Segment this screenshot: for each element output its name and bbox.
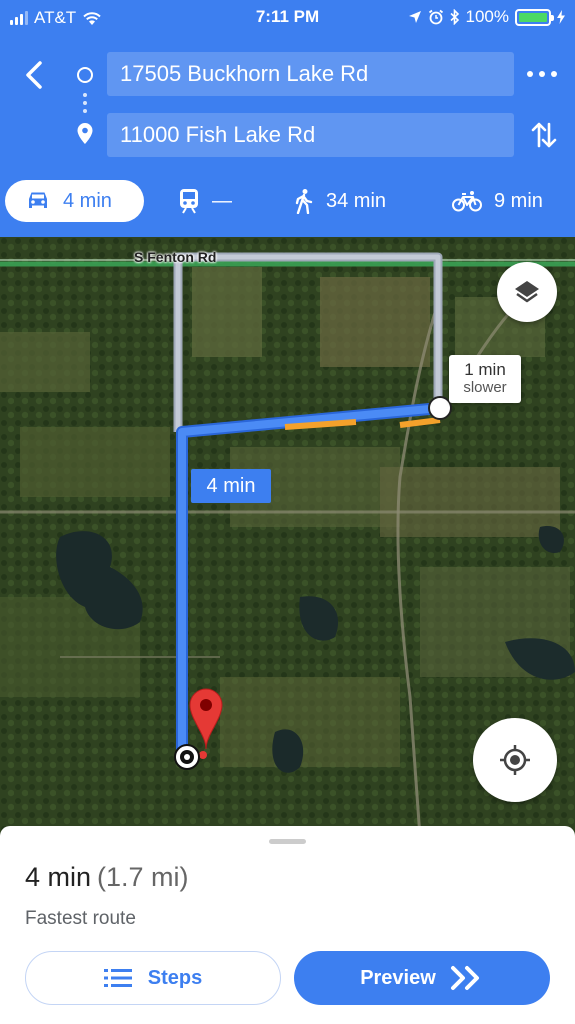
walking-icon [295,189,313,214]
preview-button[interactable]: Preview [294,951,550,1005]
alt-route-note: slower [463,379,507,396]
back-arrow-icon [26,61,42,89]
layers-button[interactable] [497,262,557,322]
car-icon [29,192,47,208]
drag-handle[interactable] [269,839,306,844]
route-endpoints-indicator [72,60,100,160]
back-button[interactable] [18,55,54,95]
alarm-icon [428,9,443,25]
train-icon [180,189,198,214]
drive-time: 4 min [63,189,112,212]
route-summary: 4 min (1.7 mi) [25,862,189,893]
travel-mode-tabs: 4 min — 34 min 9 min [0,178,575,228]
route-distance: (1.7 mi) [97,862,189,892]
road-label: S Fenton Rd [134,249,217,265]
charging-icon [557,10,565,24]
alternate-route-label[interactable]: 1 min slower [449,355,521,403]
bike-time: 9 min [494,189,543,212]
battery-icon [515,8,554,26]
my-location-button[interactable] [473,718,557,802]
double-chevron-right-icon [450,966,479,990]
more-options-button[interactable] [527,64,557,84]
tab-transit[interactable]: — [178,180,232,222]
origin-field[interactable]: 17505 Buckhorn Lake Rd [107,52,514,96]
tab-drive[interactable]: 4 min [5,180,144,222]
location-arrow-icon [408,11,421,23]
walk-time: 34 min [326,189,387,212]
crosshair-icon [500,745,530,775]
bluetooth-icon [449,9,459,25]
destination-marker[interactable] [168,687,228,777]
bicycle-icon [452,191,482,212]
directions-header: AT&T 7:11 PM 100% 17505 Buckhorn Lake Rd… [0,0,575,237]
transit-time: — [212,189,232,212]
battery-percent: 100% [465,7,509,26]
destination-pin-icon [77,123,93,144]
layers-icon [515,281,539,303]
route-summary-sheet[interactable]: 4 min (1.7 mi) Fastest route Steps Previe… [0,826,575,1024]
swap-arrows-icon [531,122,557,148]
preview-label: Preview [360,966,436,989]
steps-button[interactable]: Steps [25,951,281,1005]
steps-label: Steps [147,966,203,989]
route-description: Fastest route [25,908,136,929]
alt-route-time: 1 min [464,360,506,379]
origin-circle-icon [77,67,93,83]
status-bar: AT&T 7:11 PM 100% [0,0,575,36]
route-duration: 4 min [25,862,92,892]
swap-endpoints-button[interactable] [529,118,559,152]
map-view[interactable]: S Fenton Rd 1 min slower 4 min [0,237,575,837]
route-time-label[interactable]: 4 min [191,469,271,503]
destination-field[interactable]: 11000 Fish Lake Rd [107,113,514,157]
tab-bike[interactable]: 9 min [452,180,543,222]
list-icon [103,969,132,987]
tab-walk[interactable]: 34 min [294,180,386,222]
